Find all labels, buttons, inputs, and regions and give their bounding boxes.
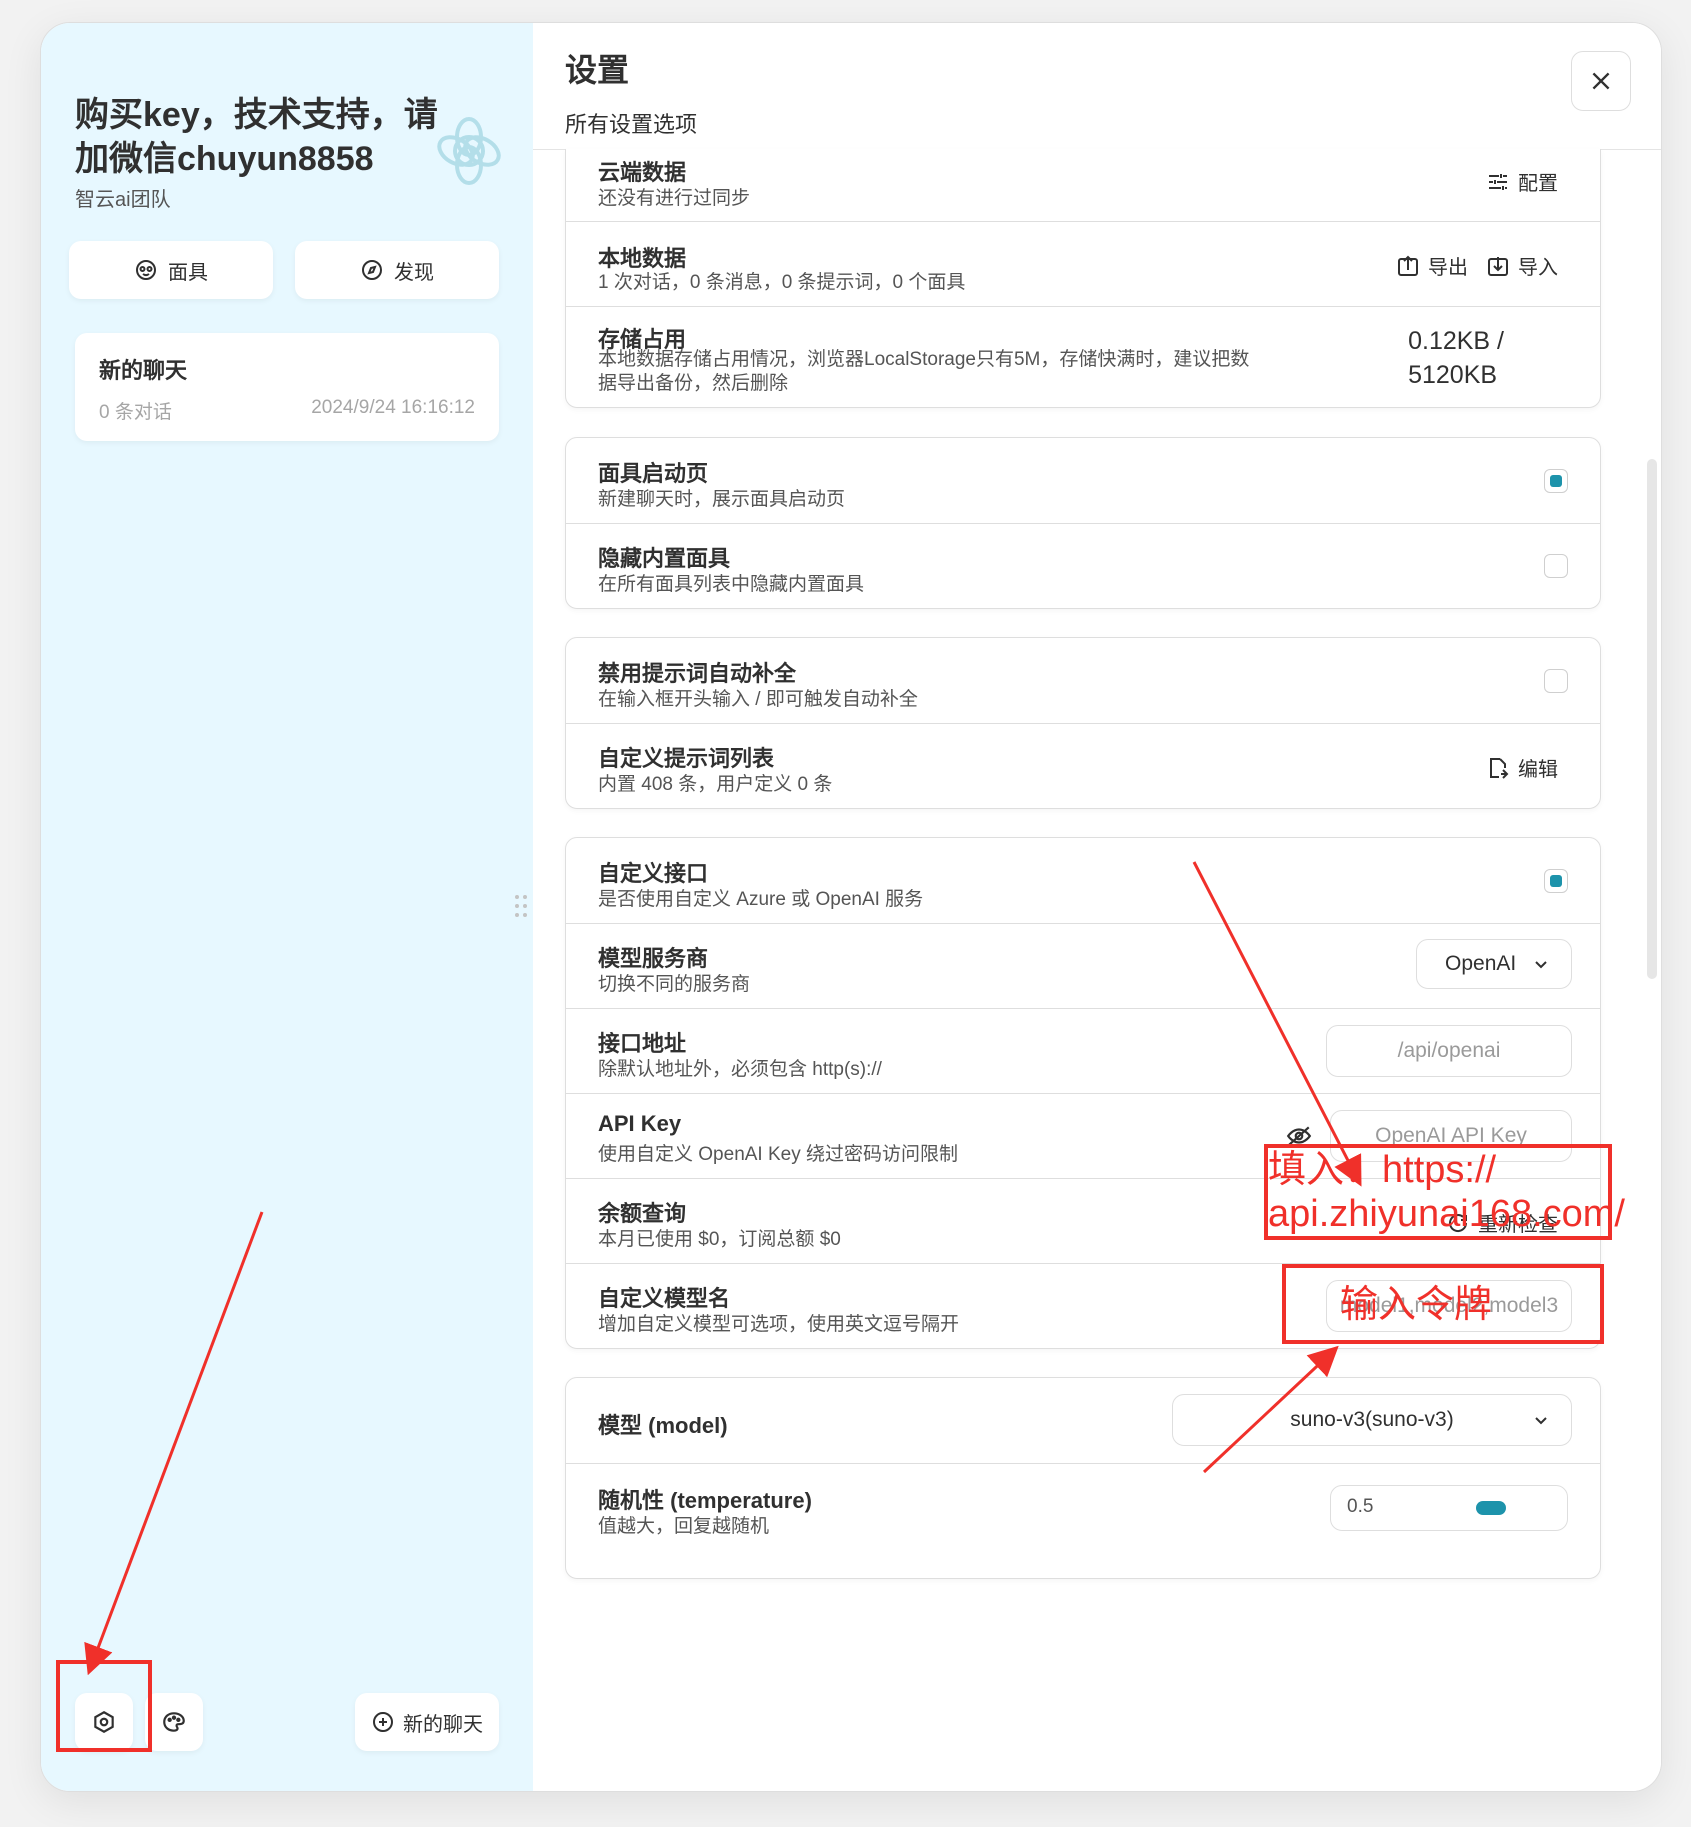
arrow-to-endpoint bbox=[1192, 861, 1362, 1187]
annotation-arrows bbox=[84, 861, 1362, 1676]
arrow-to-api-key bbox=[1202, 1345, 1339, 1474]
arrow-to-settings bbox=[84, 1211, 264, 1676]
